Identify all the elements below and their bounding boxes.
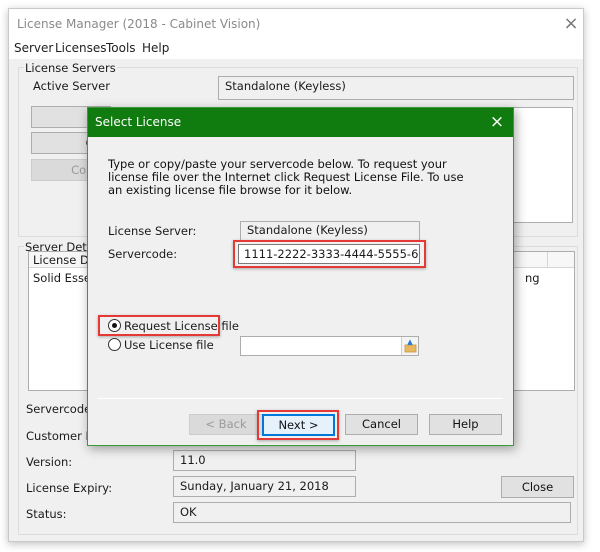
license-server-field: Standalone (Keyless) [240,221,420,241]
close-icon[interactable]: × [561,13,581,35]
browse-button[interactable] [401,337,418,355]
request-license-radio[interactable]: Request License file [108,318,239,334]
servers-listbox[interactable] [507,107,573,223]
back-button[interactable]: < Back [189,414,263,435]
use-license-label: Use License file [124,338,214,352]
title-bar: License Manager (2018 - Cabinet Vision) … [9,9,583,39]
active-server-field: Standalone (Keyless) [218,76,574,100]
active-server-label: Active Server [33,79,110,93]
dialog-title: Select License [95,115,182,129]
status-label: Status: [26,507,67,521]
menu-help[interactable]: Help [142,41,169,55]
radio-dot [112,323,117,328]
servercode-label: Servercode: [26,402,96,416]
dialog-description: Type or copy/paste your servercode below… [108,157,464,197]
row-trailing-text: ng [525,271,540,285]
select-license-dialog: Select License × Type or copy/paste your… [87,107,514,446]
license-expiry-field: Sunday, January 21, 2018 [173,476,356,497]
license-servers-label: License Servers [24,61,117,75]
license-expiry-label: License Expiry: [26,481,113,495]
license-server-label: License Server: [108,224,197,238]
dialog-title-bar: Select License × [88,108,513,137]
version-field: 11.0 [173,450,356,471]
menu-bar: Server Licenses Tools Help [9,39,583,59]
license-file-input[interactable] [240,336,419,356]
servercode-label: Servercode: [108,247,178,261]
dialog-separator [98,398,503,399]
version-label: Version: [26,455,73,469]
radio-button-checked[interactable] [108,319,121,332]
close-icon[interactable]: × [486,111,508,133]
menu-server[interactable]: Server [14,41,53,55]
servercode-input[interactable]: 1111-2222-3333-4444-5555-6666 [238,244,420,264]
window-title: License Manager (2018 - Cabinet Vision) [17,17,261,31]
use-license-radio[interactable]: Use License file [108,337,218,353]
close-button[interactable]: Close [501,476,574,498]
folder-open-icon [404,339,417,353]
next-button[interactable]: Next > [262,414,335,436]
request-license-label: Request License file [124,319,239,333]
status-field: OK [173,502,571,523]
radio-button-unchecked[interactable] [108,338,121,351]
column-divider [547,252,548,268]
help-button[interactable]: Help [429,414,502,435]
cancel-button[interactable]: Cancel [345,414,418,435]
menu-licenses[interactable]: Licenses [55,41,107,55]
menu-tools[interactable]: Tools [106,41,136,55]
